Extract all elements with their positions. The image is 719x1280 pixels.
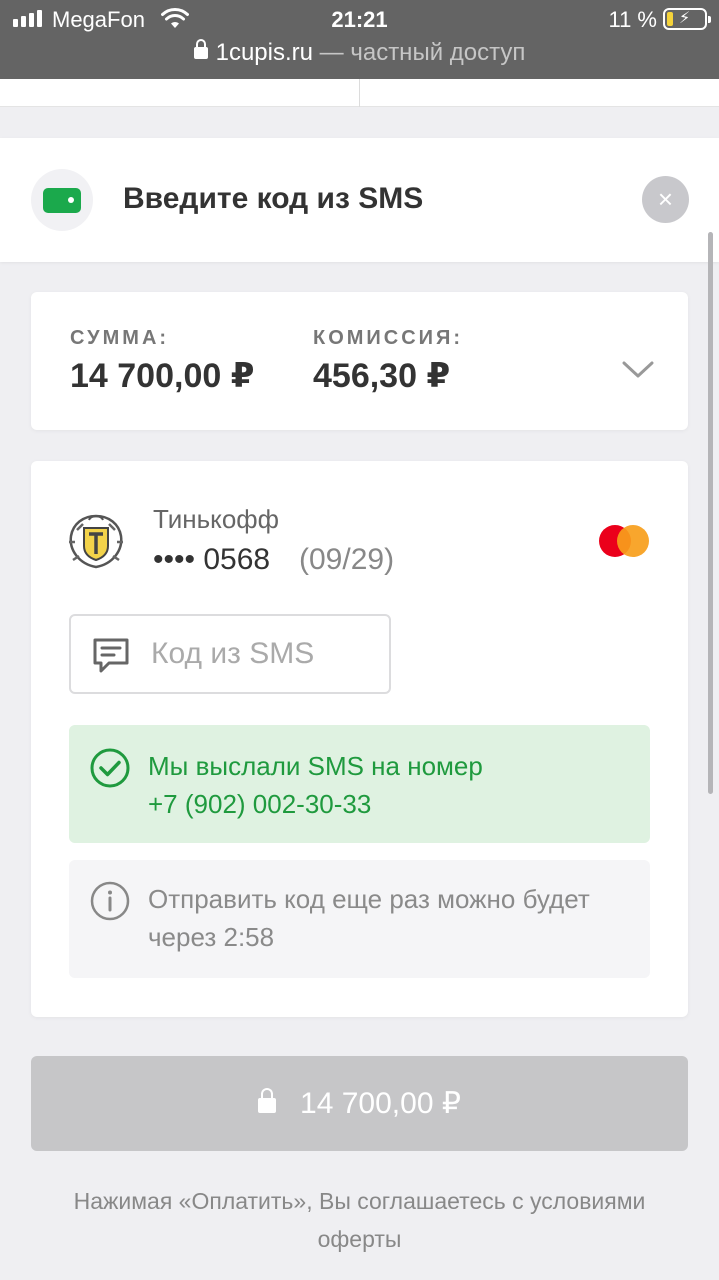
battery-percent: 11 % xyxy=(608,7,657,32)
close-button[interactable]: × xyxy=(642,176,689,223)
sms-code-input[interactable] xyxy=(151,634,381,674)
lock-icon xyxy=(193,39,208,59)
card-number: •••• 0568 xyxy=(153,543,271,576)
scrollbar[interactable] xyxy=(708,232,713,794)
payment-summary[interactable]: СУММА: 14 700,00 ₽ КОМИССИЯ: 456,30 ₽ xyxy=(31,292,688,430)
sms-code-field[interactable] xyxy=(69,614,391,694)
chevron-down-icon[interactable] xyxy=(621,360,655,380)
commission-value: 456,30 ₽ xyxy=(313,357,451,395)
pay-button[interactable]: 14 700,00 ₽ xyxy=(31,1056,688,1151)
check-circle-icon xyxy=(90,748,130,788)
wallet-badge xyxy=(31,169,93,231)
commission-label: КОМИССИЯ: xyxy=(313,327,464,349)
strip-divider xyxy=(359,79,360,107)
top-strip xyxy=(0,79,719,107)
modal-header: Введите код из SMS × xyxy=(0,138,719,262)
amount-label: СУММА: xyxy=(70,327,170,349)
sms-sent-line1: Мы выслали SMS на номер xyxy=(148,751,483,781)
bank-name: Тинькофф xyxy=(153,504,280,534)
card-panel: Тинькофф •••• 0568 (09/29) Мы выслали SM… xyxy=(31,461,688,1017)
sms-sent-notice: Мы выслали SMS на номер +7 (902) 002-30-… xyxy=(69,725,650,843)
url-access-note: — частный доступ xyxy=(319,39,526,66)
battery-icon: ⚡ xyxy=(663,8,711,30)
info-icon xyxy=(90,881,130,921)
mastercard-icon xyxy=(599,525,649,557)
amount-value: 14 700,00 ₽ xyxy=(70,357,255,395)
status-bar: MegaFon 21:21 11 % ⚡ 1cupis.ru — частный… xyxy=(0,0,719,79)
close-icon: × xyxy=(657,184,674,214)
url-domain: 1cupis.ru xyxy=(215,39,313,66)
sms-sent-phone: +7 (902) 002-30-33 xyxy=(148,789,372,819)
sms-sent-text: Мы выслали SMS на номер +7 (902) 002-30-… xyxy=(148,747,483,823)
wallet-icon xyxy=(43,188,81,213)
card-expiry: (09/29) xyxy=(299,543,395,576)
terms-text: Нажимая «Оплатить», Вы соглашаетесь с ус… xyxy=(73,1188,646,1252)
lock-icon xyxy=(258,1088,277,1113)
modal-title: Введите код из SMS xyxy=(123,182,424,215)
message-icon xyxy=(93,638,129,673)
resend-notice: Отправить код еще раз можно будет через … xyxy=(69,860,650,978)
bank-logo-icon xyxy=(69,514,123,569)
address-bar[interactable]: 1cupis.ru — частный доступ xyxy=(0,39,719,67)
pay-button-label: 14 700,00 ₽ xyxy=(300,1087,461,1120)
resend-text: Отправить код еще раз можно будет через … xyxy=(148,884,590,952)
